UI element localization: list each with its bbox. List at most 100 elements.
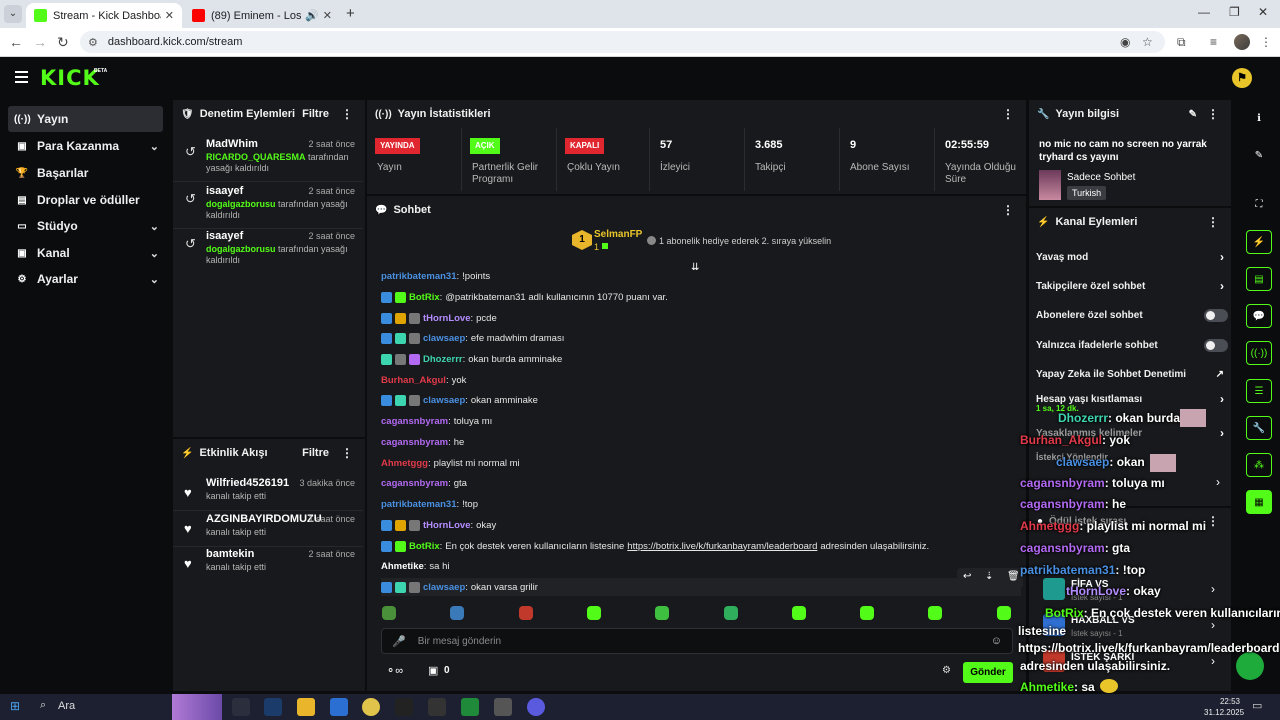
more-options-icon[interactable]: ⋮ [1207, 514, 1219, 528]
emote-icon[interactable] [860, 606, 874, 620]
close-tab-icon[interactable]: ✕ [165, 9, 174, 22]
emote-icon[interactable] [928, 606, 942, 620]
back-icon[interactable]: ← [9, 34, 23, 50]
chat-username[interactable]: clawsaep [423, 333, 465, 344]
search-icon[interactable]: ⌕ [40, 699, 46, 712]
delete-icon[interactable]: 🗑 [1007, 571, 1020, 582]
chat-username[interactable]: BotRix [409, 541, 440, 552]
chevron-right-icon[interactable]: › [1216, 475, 1220, 489]
menu-dots-icon[interactable]: ⋮ [1260, 35, 1272, 49]
more-options-icon[interactable]: ⋮ [341, 446, 353, 460]
chat-link[interactable]: https://botrix.live/k/furkanbayram/leade… [627, 541, 817, 552]
chat-username[interactable]: BotRix [409, 292, 440, 303]
emote-icon[interactable] [519, 606, 533, 620]
app-icon[interactable] [461, 698, 479, 716]
discord-icon[interactable] [527, 698, 545, 716]
nav-item-yayin[interactable]: ((·)) Yayın [8, 106, 163, 132]
nav-item-basarilar[interactable]: 🏆 Başarılar [8, 160, 163, 186]
send-button[interactable]: Gönder [963, 662, 1013, 683]
hamburger-menu-icon[interactable] [15, 71, 28, 83]
top-gifter-name[interactable]: SelmanFP [594, 229, 642, 240]
follower-name[interactable]: AZGINBAYIRDOMUZU [206, 513, 322, 525]
filter-button[interactable]: Filtre [302, 108, 329, 120]
target-user[interactable]: dogalgazborusu [206, 199, 276, 209]
more-options-icon[interactable]: ⋮ [341, 107, 353, 121]
chat-username[interactable]: Burhan_Akgul [381, 375, 446, 386]
emote-icon[interactable] [382, 606, 396, 620]
chat-icon[interactable]: 💬 [1246, 304, 1272, 328]
chat-username[interactable]: Ahmetike [381, 561, 424, 572]
more-options-icon[interactable]: ⋮ [1207, 215, 1219, 229]
chat-message[interactable]: patrikbateman31: !top [381, 495, 478, 513]
close-window-icon[interactable]: ✕ [1258, 5, 1268, 19]
follower-name[interactable]: Wilfried4526191 [206, 477, 289, 489]
chat-username[interactable]: tHornLove [423, 520, 471, 531]
epic-games-icon[interactable] [428, 698, 446, 716]
chevron-right-icon[interactable]: › [1211, 618, 1215, 632]
minimize-icon[interactable]: — [1198, 5, 1210, 19]
emote-icon[interactable] [792, 606, 806, 620]
chat-message[interactable]: Ahmetggg: playlist mi normal mi [381, 454, 520, 472]
info-icon[interactable]: ℹ [1246, 106, 1272, 130]
app-icon[interactable] [494, 698, 512, 716]
restore-icon[interactable]: ❐ [1229, 5, 1240, 19]
chat-username[interactable]: cagansnbyram [381, 478, 448, 489]
close-tab-icon[interactable]: ✕ [323, 9, 332, 22]
chat-username[interactable]: Ahmetggg [381, 458, 428, 469]
emote-icon[interactable] [655, 606, 669, 620]
chat-settings-icon[interactable]: ⚙ [942, 665, 951, 676]
nav-item-kanal[interactable]: ▣ Kanal ⌄ [8, 240, 163, 266]
chat-message[interactable]: clawsaep: efe madwhim draması [381, 329, 564, 347]
edit-pencil-icon[interactable]: ✎ [1189, 109, 1197, 120]
chat-message[interactable]: cagansnbyram: he [381, 433, 464, 451]
layers-icon[interactable]: ☰ [1246, 379, 1272, 403]
collapse-icon[interactable]: ⇊ [691, 262, 699, 273]
share-icon[interactable]: ⁂ [1246, 453, 1272, 477]
chat-message[interactable]: BotRix: En çok destek veren kullanıcıları… [381, 537, 929, 555]
points-infinity-icon[interactable]: ⚬∞ [386, 664, 403, 677]
clock[interactable]: 22:53 31.12.2025 [1204, 696, 1244, 718]
chat-message-input[interactable] [417, 635, 978, 647]
site-settings-icon[interactable]: ⚙ [88, 36, 98, 49]
notification-icon[interactable]: ▭ [1252, 699, 1262, 712]
chat-message[interactable]: Ahmetike: sa hi [381, 557, 449, 575]
new-tab-icon[interactable]: + [346, 5, 355, 22]
chevron-right-icon[interactable]: › [1211, 582, 1215, 596]
moderator-name[interactable]: isaayef [206, 230, 243, 242]
category-name[interactable]: Sadece Sohbet [1067, 172, 1135, 183]
chat-username[interactable]: patrikbateman31 [381, 271, 457, 282]
chat-message[interactable]: Burhan_Akgul: yok [381, 371, 466, 389]
chat-message[interactable]: BotRix: @patrikbateman31 adlı kullanıcını… [381, 288, 668, 306]
file-explorer-icon[interactable] [297, 698, 315, 716]
subscribers-only-toggle[interactable] [1204, 308, 1228, 322]
chat-username[interactable]: clawsaep [423, 395, 465, 406]
chat-message[interactable]: clawsaep: okan amminake [381, 391, 538, 409]
chat-message[interactable]: tHornLove: okay [381, 516, 496, 534]
extensions-icon[interactable]: ⧉ [1177, 35, 1186, 50]
chrome-icon[interactable] [362, 698, 380, 716]
address-bar[interactable]: ⚙ dashboard.kick.com/stream [80, 31, 1165, 53]
chat-username[interactable]: Dhozerrr [423, 354, 463, 365]
chat-username[interactable]: cagansnbyram [381, 416, 448, 427]
broadcast-icon[interactable]: ((·)) [1246, 341, 1272, 365]
edit-icon[interactable]: ✎ [1246, 143, 1272, 167]
emote-icon[interactable] [450, 606, 464, 620]
emote-icon[interactable] [724, 606, 738, 620]
slow-mode-row[interactable]: Yavaş mod › [1036, 246, 1228, 268]
emote-icon[interactable] [997, 606, 1011, 620]
target-user[interactable]: RICARDO_QUARESMA [206, 152, 306, 162]
support-chat-icon[interactable] [1236, 652, 1264, 680]
pin-icon[interactable]: ⇣ [985, 571, 993, 582]
user-avatar-badge-icon[interactable]: ⚑ [1232, 68, 1252, 88]
chat-input-box[interactable]: 🎤 ☺ [381, 628, 1013, 654]
emoji-icon[interactable]: ☺ [991, 635, 1002, 647]
target-user[interactable]: dogalgazborusu [206, 244, 276, 254]
expand-icon[interactable]: ⛶ [1246, 192, 1272, 216]
browser-tab-kick[interactable]: Stream - Kick Dashboard ✕ [26, 3, 182, 28]
chat-username[interactable]: cagansnbyram [381, 437, 448, 448]
reply-icon[interactable]: ↩ [963, 571, 971, 582]
bookmark-star-icon[interactable]: ☆ [1142, 35, 1153, 49]
taskbar-search[interactable]: Ara [58, 700, 75, 712]
chat-username[interactable]: tHornLove [423, 313, 471, 324]
reload-icon[interactable]: ↻ [57, 34, 69, 51]
